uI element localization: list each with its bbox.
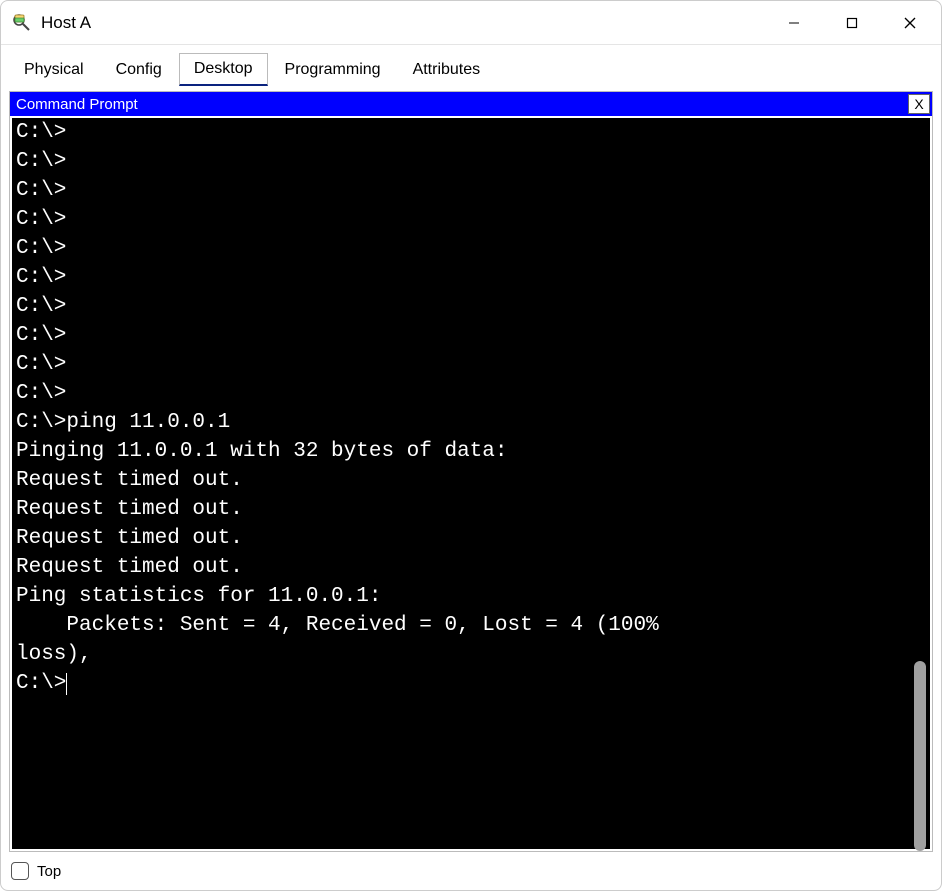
- tab-physical[interactable]: Physical: [9, 54, 99, 86]
- terminal-line: C:\>: [16, 118, 926, 147]
- terminal-container: C:\>C:\>C:\>C:\>C:\>C:\>C:\>C:\>C:\>C:\>…: [10, 116, 932, 851]
- cursor: [66, 673, 67, 695]
- window-titlebar[interactable]: Host A: [1, 1, 941, 45]
- terminal-line: C:\>: [16, 669, 926, 698]
- maximize-icon: [846, 17, 858, 29]
- bottom-bar: Top: [1, 856, 941, 890]
- top-checkbox[interactable]: [11, 862, 29, 880]
- terminal-line: C:\>: [16, 147, 926, 176]
- app-window: Host A Physical Config Desktop Programmi…: [0, 0, 942, 891]
- window-controls: [765, 1, 939, 44]
- window-title: Host A: [41, 13, 765, 33]
- terminal-line: Request timed out.: [16, 495, 926, 524]
- app-icon: [11, 12, 33, 34]
- terminal-line: Ping statistics for 11.0.0.1:: [16, 582, 926, 611]
- terminal-line: C:\>: [16, 292, 926, 321]
- minimize-button[interactable]: [765, 1, 823, 44]
- panel-titlebar[interactable]: Command Prompt X: [10, 92, 932, 116]
- terminal[interactable]: C:\>C:\>C:\>C:\>C:\>C:\>C:\>C:\>C:\>C:\>…: [12, 118, 930, 849]
- terminal-line: loss),: [16, 640, 926, 669]
- tab-config[interactable]: Config: [101, 54, 177, 86]
- terminal-line: C:\>: [16, 234, 926, 263]
- terminal-line: Request timed out.: [16, 466, 926, 495]
- terminal-line: C:\>: [16, 205, 926, 234]
- tabbar: Physical Config Desktop Programming Attr…: [1, 45, 941, 87]
- top-label: Top: [37, 863, 61, 880]
- close-button[interactable]: [881, 1, 939, 44]
- terminal-line: C:\>: [16, 176, 926, 205]
- minimize-icon: [788, 17, 800, 29]
- panel-close-button[interactable]: X: [908, 94, 930, 114]
- terminal-line: Packets: Sent = 4, Received = 0, Lost = …: [16, 611, 926, 640]
- terminal-line: C:\>: [16, 263, 926, 292]
- terminal-line: C:\>ping 11.0.0.1: [16, 408, 926, 437]
- terminal-line: Request timed out.: [16, 524, 926, 553]
- tab-programming[interactable]: Programming: [270, 54, 396, 86]
- terminal-line: C:\>: [16, 321, 926, 350]
- close-icon: [903, 16, 917, 30]
- terminal-line: C:\>: [16, 379, 926, 408]
- tab-attributes[interactable]: Attributes: [398, 54, 496, 86]
- content-area: Command Prompt X C:\>C:\>C:\>C:\>C:\>C:\…: [9, 91, 933, 852]
- terminal-line: C:\>: [16, 350, 926, 379]
- terminal-line: Request timed out.: [16, 553, 926, 582]
- panel-title: Command Prompt: [16, 96, 908, 113]
- scrollbar-thumb[interactable]: [914, 661, 926, 851]
- terminal-line: Pinging 11.0.0.1 with 32 bytes of data:: [16, 437, 926, 466]
- tab-desktop[interactable]: Desktop: [179, 53, 268, 86]
- maximize-button[interactable]: [823, 1, 881, 44]
